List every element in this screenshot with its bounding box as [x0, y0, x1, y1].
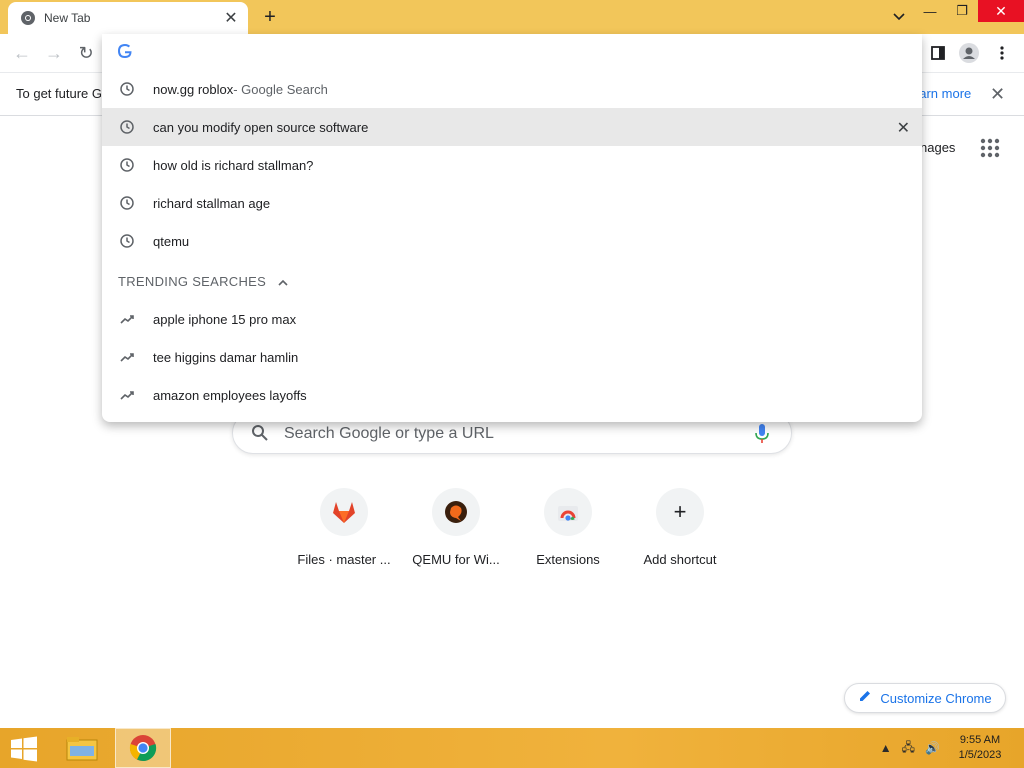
trending-text: tee higgins damar hamlin: [153, 349, 299, 365]
remove-suggestion-icon[interactable]: ✕: [897, 118, 910, 138]
windows-start-icon[interactable]: [10, 736, 38, 762]
chrome-taskbar-icon[interactable]: [115, 728, 171, 768]
history-icon: [118, 194, 136, 212]
tab-search-icon[interactable]: [888, 8, 910, 26]
close-window-button[interactable]: ✕: [978, 0, 1024, 22]
network-icon[interactable]: 🖧: [902, 738, 915, 759]
system-tray: ▲ 🖧 🔊 9:55 AM 1/5/2023: [880, 728, 1010, 768]
suggestion-text: now.gg roblox: [153, 81, 234, 97]
history-icon: [118, 156, 136, 174]
pencil-icon: [858, 689, 872, 708]
tab-new-tab[interactable]: New Tab ✕: [8, 2, 248, 34]
chevron-up-icon[interactable]: [278, 275, 288, 289]
suggestion-item[interactable]: how old is richard stallman?: [102, 146, 922, 184]
google-apps-icon[interactable]: [980, 138, 1000, 158]
search-icon: [251, 424, 269, 447]
back-arrow-icon[interactable]: ←: [11, 42, 33, 64]
forward-arrow-icon[interactable]: →: [43, 42, 65, 64]
trending-icon: [118, 310, 136, 328]
shortcut-label: Extensions: [536, 552, 600, 567]
trending-header-label: TRENDING SEARCHES: [118, 274, 267, 289]
google-g-icon: [118, 44, 132, 63]
chrome-web-store-icon: [544, 488, 592, 536]
chrome-favicon-icon: [20, 10, 36, 26]
microphone-icon[interactable]: [755, 423, 769, 450]
search-placeholder: Search Google or type a URL: [284, 425, 494, 442]
restore-button[interactable]: ❐: [946, 0, 978, 22]
suggestion-suffix: - Google Search: [233, 81, 328, 97]
suggestion-item[interactable]: richard stallman age: [102, 184, 922, 222]
tab-close-icon[interactable]: ✕: [222, 9, 240, 27]
customize-chrome-label: Customize Chrome: [880, 690, 992, 706]
gitlab-icon: [320, 488, 368, 536]
images-link[interactable]: nages: [920, 140, 955, 155]
info-bar-close-icon[interactable]: ✕: [990, 84, 1005, 105]
side-panel-icon[interactable]: [927, 42, 949, 64]
shortcut-files-master[interactable]: Files · master ...: [294, 488, 394, 567]
shortcut-label: Files · master ...: [297, 552, 391, 567]
info-bar-text: To get future G: [16, 86, 102, 101]
trending-item[interactable]: apple iphone 15 pro max: [102, 300, 922, 338]
suggestion-item-selected[interactable]: can you modify open source software ✕: [102, 108, 922, 146]
history-icon: [118, 232, 136, 250]
suggestion-item[interactable]: now.gg roblox - Google Search: [102, 70, 922, 108]
plus-icon: +: [656, 488, 704, 536]
trending-searches-header[interactable]: TRENDING SEARCHES: [118, 274, 288, 289]
add-shortcut-button[interactable]: + Add shortcut: [630, 488, 730, 567]
volume-icon[interactable]: 🔊: [925, 741, 940, 755]
profile-avatar-icon[interactable]: [958, 42, 980, 64]
windows-taskbar: ▲ 🖧 🔊 9:55 AM 1/5/2023: [0, 728, 1024, 768]
new-tab-button[interactable]: +: [258, 6, 282, 28]
trending-icon: [118, 386, 136, 404]
suggestion-text: richard stallman age: [153, 195, 271, 211]
shortcut-label: Add shortcut: [643, 552, 717, 567]
suggestion-text: qtemu: [153, 233, 190, 249]
address-bar-input[interactable]: [102, 34, 922, 70]
clock[interactable]: 9:55 AM 1/5/2023: [950, 733, 1010, 763]
trending-icon: [118, 348, 136, 366]
shortcut-extensions[interactable]: Extensions: [518, 488, 618, 567]
clock-date: 1/5/2023: [958, 749, 1002, 761]
history-icon: [118, 80, 136, 98]
suggestion-item[interactable]: qtemu: [102, 222, 922, 260]
shortcut-qemu[interactable]: QEMU for Wi...: [406, 488, 506, 567]
trending-item[interactable]: tee higgins damar hamlin: [102, 338, 922, 376]
show-hidden-icons-icon[interactable]: ▲: [880, 741, 892, 755]
tab-title: New Tab: [44, 11, 91, 25]
suggestion-text: how old is richard stallman?: [153, 157, 314, 173]
suggestion-text: can you modify open source software: [153, 119, 369, 135]
clock-time: 9:55 AM: [959, 734, 1001, 746]
omnibox-dropdown: now.gg roblox - Google Search can you mo…: [102, 34, 922, 422]
trending-text: apple iphone 15 pro max: [153, 311, 297, 327]
title-bar: New Tab ✕ + — ❐ ✕: [0, 0, 1024, 34]
reload-icon[interactable]: ↻: [75, 42, 97, 64]
shortcut-label: QEMU for Wi...: [412, 552, 500, 567]
history-icon: [118, 118, 136, 136]
customize-chrome-button[interactable]: Customize Chrome: [844, 683, 1006, 713]
trending-text: amazon employees layoffs: [153, 387, 307, 403]
minimize-button[interactable]: —: [914, 0, 946, 22]
qemu-icon: [432, 488, 480, 536]
file-explorer-icon[interactable]: [54, 728, 110, 768]
menu-kebab-icon[interactable]: [991, 42, 1013, 64]
trending-item[interactable]: amazon employees layoffs: [102, 376, 922, 414]
